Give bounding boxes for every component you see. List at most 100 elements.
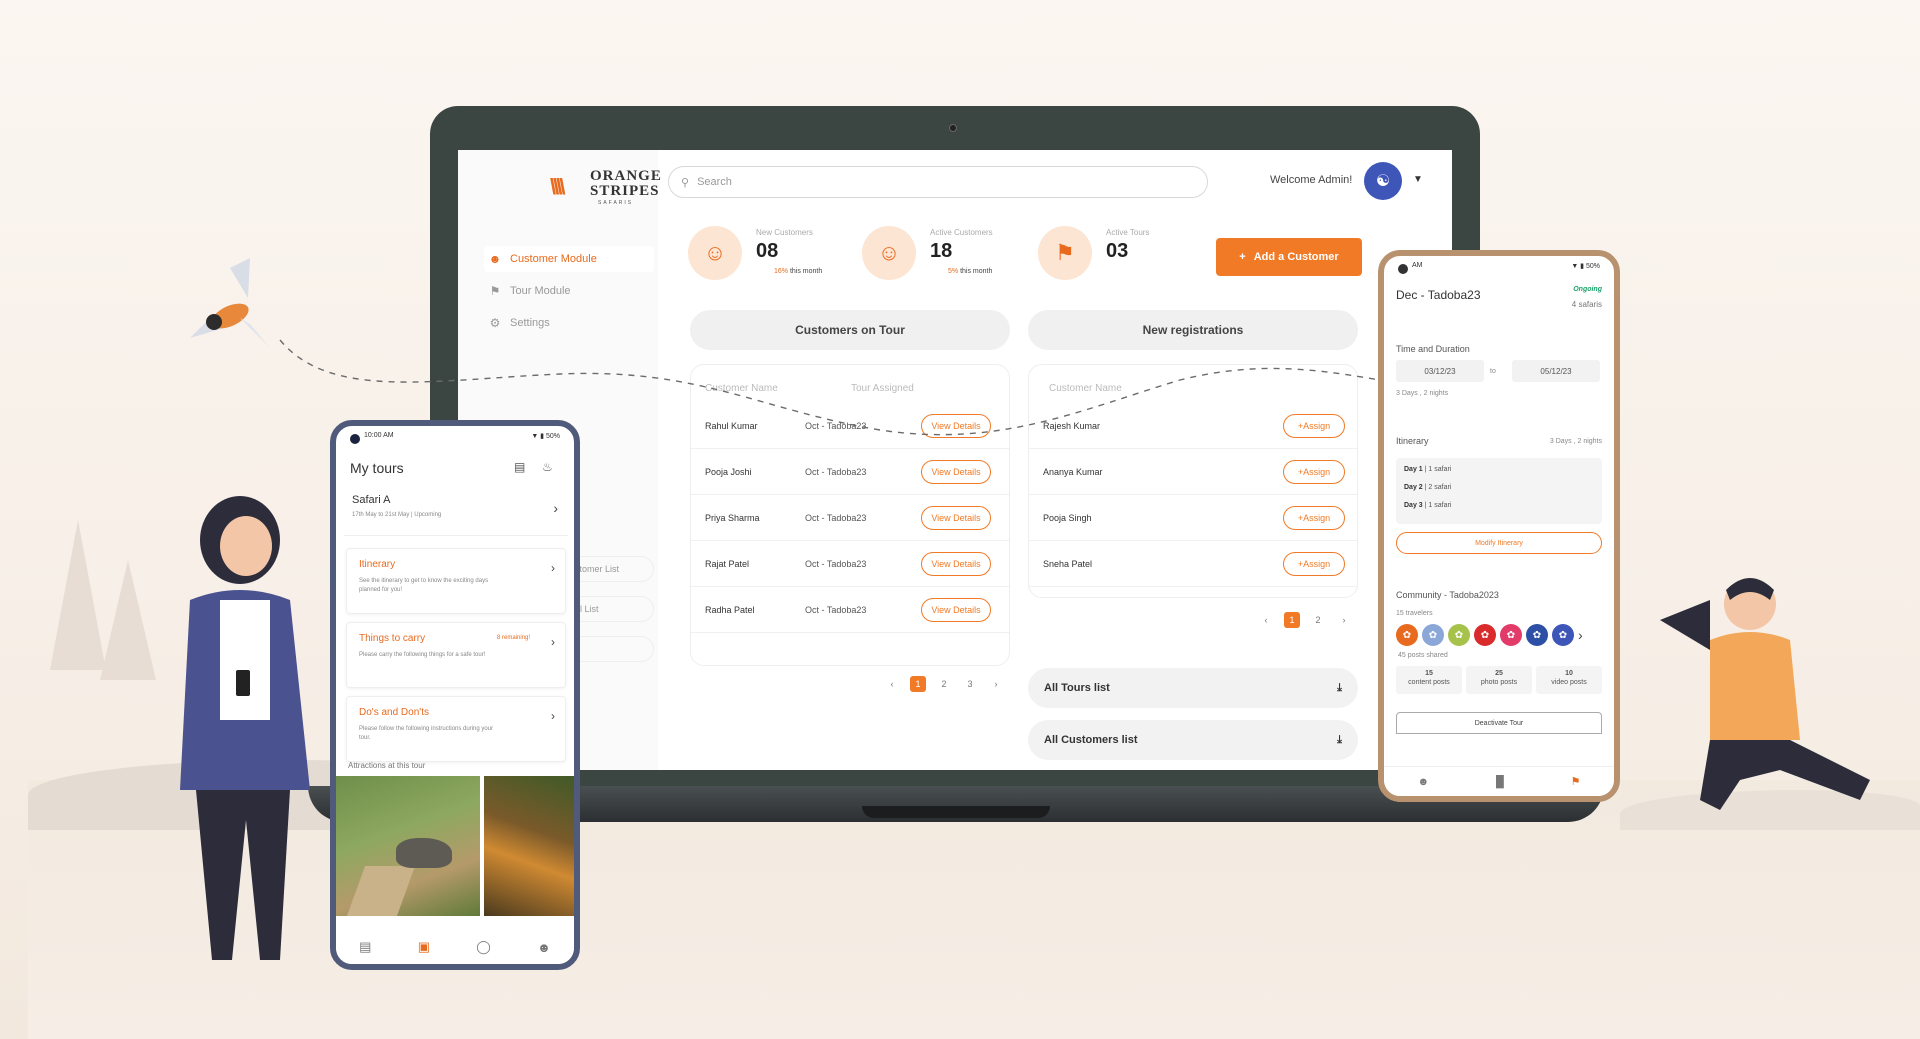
stat-change-percent: 5% — [948, 268, 959, 275]
customers-pagination: ‹ 1 2 3 › — [884, 676, 1004, 692]
status-time: 10:00 AM — [364, 432, 394, 439]
section-title: Customers on Tour — [795, 323, 905, 337]
sidebar-item-settings[interactable]: ⚙ Settings — [484, 310, 654, 336]
stat-value: 03 — [1106, 240, 1129, 262]
page-button[interactable]: 3 — [962, 676, 978, 692]
tab-document-icon[interactable]: ▤ — [359, 939, 371, 955]
view-details-button[interactable]: View Details — [921, 598, 991, 622]
tour-detail: 17th May to 21st May | Upcoming — [352, 512, 442, 518]
view-details-button[interactable]: View Details — [921, 506, 991, 530]
deactivate-tour-button[interactable]: Deactivate Tour — [1396, 712, 1602, 734]
new-registrations-header: New registrations — [1028, 310, 1358, 350]
assign-button[interactable]: + Assign — [1283, 414, 1345, 438]
man-megaphone-illustration — [1660, 578, 1870, 810]
view-details-button[interactable]: View Details — [921, 460, 991, 484]
page-button[interactable]: 1 — [910, 676, 926, 692]
dos-donts-card[interactable]: Do's and Don'ts Please follow the follow… — [346, 696, 566, 762]
customer-name: Rajat Patel — [705, 559, 750, 569]
column-header: Customer Name — [705, 383, 778, 394]
stat-label: content posts — [1408, 679, 1450, 686]
tab-group-icon[interactable]: ☻ — [537, 940, 551, 955]
stat-label: photo posts — [1480, 679, 1518, 686]
itinerary-day: Day 2 | 2 safari — [1404, 484, 1451, 491]
tab-flag-icon[interactable]: ⚑ — [1571, 775, 1581, 788]
background-tree — [100, 560, 156, 680]
column-header: Customer Name — [1049, 383, 1122, 394]
prev-page-button[interactable]: ‹ — [884, 676, 900, 692]
day-detail: | 1 safari — [1424, 502, 1452, 509]
tiger-stripes-icon: \\\\ — [550, 174, 566, 199]
view-details-button[interactable]: View Details — [921, 414, 991, 438]
all-customers-list-button[interactable]: All Customers list ⤓ — [1028, 720, 1358, 760]
add-customer-button[interactable]: + Add a Customer — [1216, 238, 1362, 276]
woman-illustration — [180, 496, 310, 960]
sidebar-item-label: Settings — [510, 317, 550, 329]
status-icons: ▼ ▮ 50% — [531, 433, 560, 440]
plus-icon: + — [1239, 251, 1246, 263]
prev-page-button[interactable]: ‹ — [1258, 612, 1274, 628]
bell-icon[interactable]: ♨ — [542, 460, 553, 474]
next-page-button[interactable]: › — [988, 676, 1004, 692]
user-icon: ☺ — [862, 226, 916, 280]
assign-button[interactable]: + Assign — [1283, 552, 1345, 576]
day-label: Day 2 — [1404, 484, 1423, 491]
download-icon[interactable]: ⤓ — [1337, 734, 1342, 747]
tour-name: Safari A — [352, 494, 391, 506]
brand-logo: \\\\ ORANGE STRIPES SAFARIS — [550, 166, 661, 206]
page-button[interactable]: 2 — [1310, 612, 1326, 628]
search-input[interactable]: ⚲ Search — [668, 166, 1208, 198]
day-detail: | 1 safari — [1424, 466, 1452, 473]
tiger-photo[interactable] — [484, 776, 574, 916]
card-tag: 8 remaining! — [497, 635, 531, 641]
sidebar-item-customer-module[interactable]: ☻ Customer Module — [484, 246, 654, 272]
customer-phone: 10:00 AM ▼ ▮ 50% My tours ▤ ♨ Safari A 1… — [330, 420, 580, 970]
list-icon[interactable]: ▤ — [514, 460, 525, 474]
assign-label: Assign — [1303, 513, 1331, 523]
customers-on-tour-header: Customers on Tour — [690, 310, 1010, 350]
rhino-photo[interactable] — [336, 776, 480, 916]
page-button[interactable]: 1 — [1284, 612, 1300, 628]
status-battery: 50% — [1585, 263, 1600, 270]
tab-tours-icon[interactable]: ▣ — [418, 939, 430, 955]
list-label: All Tours list — [1044, 682, 1110, 694]
itinerary-card[interactable]: Itinerary See the itinerary to get to kn… — [346, 548, 566, 614]
tab-users-icon[interactable]: ☻ — [1417, 776, 1429, 788]
post-stat: 15 content posts — [1396, 666, 1462, 694]
card-subtitle: See the itinerary to get to know the exc… — [359, 578, 489, 593]
end-date-field[interactable]: 05/12/23 — [1512, 360, 1600, 382]
duration-text: 3 Days , 2 nights — [1396, 390, 1449, 397]
assign-button[interactable]: + Assign — [1283, 506, 1345, 530]
flag-icon: ⚑ — [489, 284, 501, 298]
things-to-carry-card[interactable]: Things to carry 8 remaining! Please carr… — [346, 622, 566, 688]
assign-button[interactable]: + Assign — [1283, 460, 1345, 484]
customer-name: Radha Patel — [705, 605, 755, 615]
tab-stats-icon[interactable]: █ — [1496, 776, 1504, 788]
sidebar-item-tool-list[interactable]: ol List — [570, 596, 654, 622]
date-separator: to — [1490, 368, 1496, 375]
tour-card[interactable]: Safari A 17th May to 21st May | Upcoming… — [344, 486, 568, 536]
tour-assigned: Oct - Tadoba23 — [805, 513, 867, 523]
table-row: Rajesh Kumar + Assign — [1029, 403, 1357, 449]
card-title: Do's and Don'ts — [359, 707, 429, 718]
table-row: Pooja Singh + Assign — [1029, 495, 1357, 541]
avatar[interactable]: ☯ — [1364, 162, 1402, 200]
assign-label: Assign — [1303, 421, 1331, 431]
sidebar-item-tour-module[interactable]: ⚑ Tour Module — [484, 278, 654, 304]
chevron-down-icon[interactable]: ▼ — [1413, 174, 1423, 185]
stat-active-customers: ☺ Active Customers 18 5% this month — [862, 226, 1022, 286]
chevron-right-icon: › — [551, 635, 555, 649]
start-date-field[interactable]: 03/12/23 — [1396, 360, 1484, 382]
bottom-tab-bar: ▤ ▣ ◯ ☻ — [336, 930, 574, 964]
all-tours-list-button[interactable]: All Tours list ⤓ — [1028, 668, 1358, 708]
view-details-button[interactable]: View Details — [921, 552, 991, 576]
tour-assigned: Oct - Tadoba23 — [805, 467, 867, 477]
page-button[interactable]: 2 — [936, 676, 952, 692]
modify-itinerary-button[interactable]: Modify Itinerary — [1396, 532, 1602, 554]
sidebar-item-customer-list[interactable]: stomer List — [570, 556, 654, 582]
next-page-button[interactable]: › — [1336, 612, 1352, 628]
download-icon[interactable]: ⤓ — [1337, 682, 1342, 695]
sidebar-item-empty[interactable] — [570, 636, 654, 662]
table-row: Ananya Kumar + Assign — [1029, 449, 1357, 495]
traveler-avatars[interactable]: ✿ ✿ ✿ ✿ ✿ ✿ ✿ › — [1396, 624, 1583, 646]
tab-community-icon[interactable]: ◯ — [476, 939, 491, 955]
